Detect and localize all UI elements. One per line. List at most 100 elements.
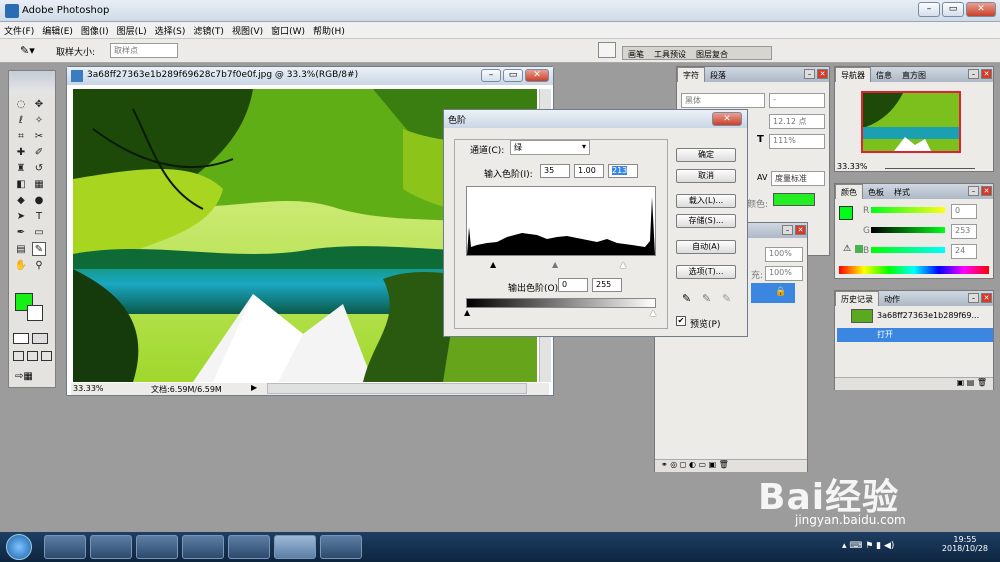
maximize-button[interactable]: ▭ — [942, 2, 964, 17]
status-arrow-icon[interactable]: ▶ — [251, 383, 257, 392]
gray-eyedropper-icon[interactable]: ✎ — [702, 292, 711, 305]
tab-actions[interactable]: 动作 — [879, 292, 905, 307]
horizontal-scrollbar[interactable] — [267, 383, 527, 394]
output-white-field[interactable]: 255 — [592, 278, 622, 292]
levels-close-button[interactable]: ✕ — [712, 112, 742, 126]
layers-close-button[interactable]: ✕ — [795, 225, 806, 235]
blur-tool-icon[interactable]: ◆ — [14, 194, 28, 208]
tab-color[interactable]: 颜色 — [835, 184, 863, 199]
healing-brush-icon[interactable]: ✚ — [14, 146, 28, 160]
jump-to-imageready-icon[interactable]: ⇨▦ — [15, 371, 33, 382]
navigator-thumbnail[interactable] — [861, 91, 961, 153]
color-close-button[interactable]: ✕ — [981, 186, 992, 196]
opacity-field[interactable]: 100% — [765, 247, 803, 262]
output-black-field[interactable]: 0 — [558, 278, 588, 292]
slice-tool-icon[interactable]: ✂ — [32, 130, 46, 144]
dock-tab-layer-comps[interactable]: 图层复合 — [691, 47, 733, 62]
cancel-button[interactable]: 取消 — [676, 169, 736, 183]
options-button[interactable]: 选项(T)... — [676, 265, 736, 279]
notes-tool-icon[interactable]: ▤ — [14, 243, 28, 257]
system-clock[interactable]: 19:55 2018/10/28 — [942, 535, 988, 553]
menu-layer[interactable]: 图层(L) — [113, 22, 151, 37]
lasso-tool-icon[interactable]: ℓ — [14, 114, 28, 128]
input-gamma-field[interactable]: 1.00 — [574, 164, 604, 178]
g-value[interactable]: 253 — [951, 224, 977, 239]
history-close-button[interactable]: ✕ — [981, 293, 992, 303]
tray-icons[interactable]: ▴ ⌨ ⚑ ▮ ◀) — [842, 541, 894, 551]
doc-maximize-button[interactable]: ▭ — [503, 69, 523, 82]
save-button[interactable]: 存储(S)... — [676, 214, 736, 228]
close-button[interactable]: ✕ — [966, 2, 996, 17]
font-size-field[interactable]: 12.12 点 — [769, 114, 825, 129]
b-value[interactable]: 24 — [951, 244, 977, 259]
doc-close-button[interactable]: ✕ — [525, 69, 549, 82]
color-fg-swatch[interactable] — [839, 206, 853, 220]
color-spectrum-bar[interactable] — [839, 266, 989, 274]
black-eyedropper-icon[interactable]: ✎ — [682, 292, 691, 305]
menu-edit[interactable]: 编辑(E) — [38, 22, 77, 37]
eyedropper-tool-icon-active[interactable]: ✎ — [32, 242, 46, 256]
menu-filter[interactable]: 滤镜(T) — [189, 22, 228, 37]
tracking-select[interactable]: 度量标准 — [771, 171, 825, 186]
marquee-tool-icon[interactable]: ◌ — [14, 98, 28, 112]
text-color-swatch[interactable] — [773, 193, 815, 206]
background-color-swatch[interactable] — [27, 305, 43, 321]
gradient-tool-icon[interactable]: ▦ — [32, 178, 46, 192]
input-white-field[interactable]: 213 — [608, 164, 638, 178]
history-snapshot-thumbnail[interactable] — [851, 309, 873, 323]
input-black-field[interactable]: 35 — [540, 164, 570, 178]
type-tool-icon[interactable]: T — [32, 210, 46, 224]
tab-histogram[interactable]: 直方图 — [897, 68, 931, 83]
auto-button[interactable]: 自动(A) — [676, 240, 736, 254]
r-value[interactable]: 0 — [951, 204, 977, 219]
tab-styles[interactable]: 样式 — [889, 185, 915, 200]
navigator-close-button[interactable]: ✕ — [981, 69, 992, 79]
color-minimize-button[interactable]: – — [968, 186, 979, 196]
zoom-tool-icon[interactable]: ⚲ — [32, 259, 46, 273]
path-select-icon[interactable]: ➤ — [14, 210, 28, 224]
preview-checkbox[interactable]: ✔ — [676, 316, 686, 326]
shape-tool-icon[interactable]: ▭ — [32, 226, 46, 240]
menu-image[interactable]: 图像(I) — [77, 22, 113, 37]
ok-button[interactable]: 确定 — [676, 148, 736, 162]
taskbar-photoshop-icon[interactable] — [274, 535, 316, 559]
taskbar-media-icon[interactable] — [228, 535, 270, 559]
clone-stamp-icon[interactable]: ♜ — [14, 162, 28, 176]
pen-tool-icon[interactable]: ✒ — [14, 226, 28, 240]
taskbar-explorer-icon[interactable] — [90, 535, 132, 559]
zoom-level[interactable]: 33.33% — [73, 384, 104, 393]
font-style-select[interactable]: - — [769, 93, 825, 108]
fill-field[interactable]: 100% — [765, 266, 803, 281]
menu-file[interactable]: 文件(F) — [0, 22, 38, 37]
font-family-select[interactable]: 黑体 — [681, 93, 765, 108]
taskbar-firefox-icon[interactable] — [182, 535, 224, 559]
layers-minimize-button[interactable]: – — [782, 225, 793, 235]
tab-paragraph[interactable]: 段落 — [705, 68, 731, 83]
taskbar-record-icon[interactable] — [320, 535, 362, 559]
start-button-icon[interactable] — [6, 534, 32, 560]
output-black-slider[interactable]: ▲ — [464, 308, 470, 317]
b-slider[interactable] — [871, 247, 945, 253]
gamma-input-slider[interactable]: ▲ — [552, 260, 558, 269]
quick-mask-icon[interactable] — [13, 333, 53, 345]
layer-row-selected[interactable]: 🔒 — [751, 283, 795, 303]
crop-tool-icon[interactable]: ⌗ — [14, 130, 28, 144]
white-eyedropper-icon[interactable]: ✎ — [722, 292, 731, 305]
panel-minimize-button[interactable]: – — [804, 69, 815, 79]
minimize-button[interactable]: – — [918, 2, 940, 17]
screen-mode-icon[interactable] — [13, 351, 53, 363]
menu-help[interactable]: 帮助(H) — [309, 22, 349, 37]
move-tool-icon[interactable]: ✥ — [32, 98, 46, 112]
menu-select[interactable]: 选择(S) — [151, 22, 190, 37]
taskbar-qq-icon[interactable] — [136, 535, 178, 559]
white-input-slider[interactable]: ▲ — [620, 260, 626, 269]
history-snapshot-name[interactable]: 3a68ff27363e1b289f69... — [877, 311, 979, 320]
tab-swatches[interactable]: 色板 — [863, 185, 889, 200]
history-step-open[interactable]: 打开 — [837, 328, 993, 342]
magic-wand-icon[interactable]: ✧ — [32, 114, 46, 128]
sample-size-select[interactable]: 取样点 — [110, 43, 178, 58]
gamut-warning-icon[interactable]: ⚠ — [843, 244, 851, 254]
panel-close-button[interactable]: ✕ — [817, 69, 828, 79]
g-slider[interactable] — [871, 227, 945, 233]
file-browser-icon[interactable] — [598, 42, 616, 58]
